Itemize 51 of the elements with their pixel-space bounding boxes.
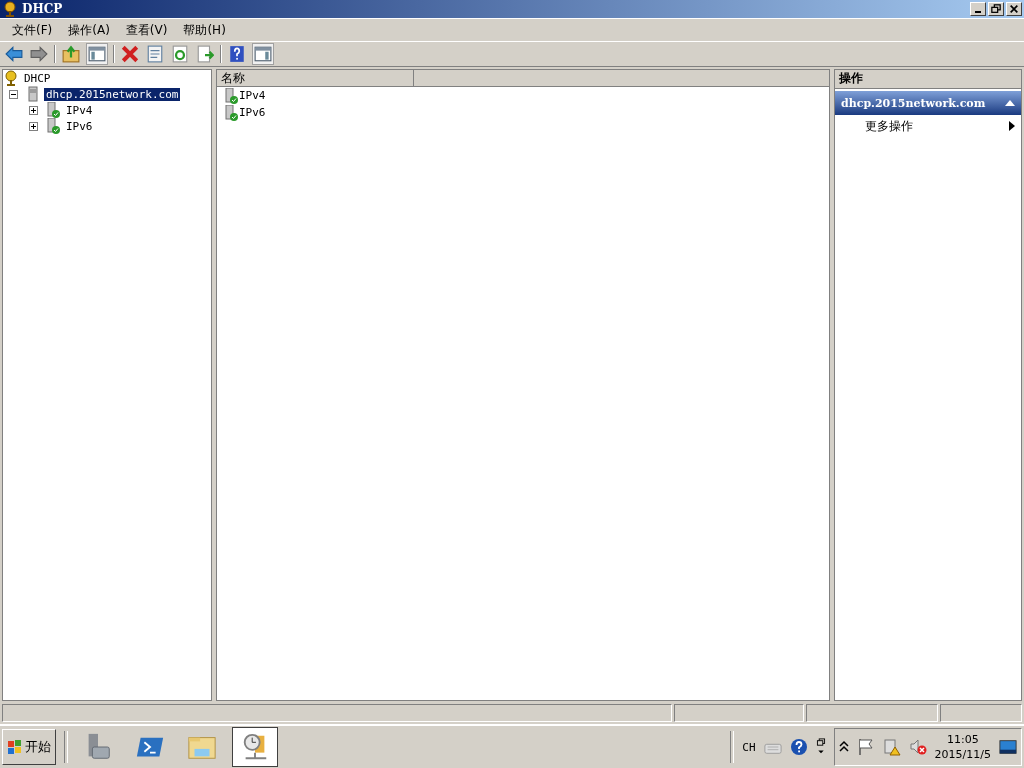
tree-item[interactable]: IPv6 (64, 119, 95, 133)
expand-toggle[interactable] (29, 121, 38, 131)
list-item[interactable]: IPv6 (239, 106, 266, 119)
menu-item[interactable]: 查看(V) (117, 21, 176, 39)
network-warning-icon[interactable] (882, 738, 901, 756)
restore-button[interactable] (988, 2, 1004, 16)
speaker-error-icon[interactable] (908, 738, 927, 756)
collapse-arrow-icon[interactable] (1005, 99, 1015, 107)
flag-icon[interactable] (856, 738, 875, 756)
section-title: dhcp.2015network.com (841, 96, 986, 110)
properties-icon[interactable] (145, 44, 165, 64)
restore-icon (991, 4, 1001, 14)
minimize-icon (975, 11, 981, 13)
taskbar-app[interactable] (232, 727, 278, 767)
server-check-icon (223, 104, 239, 121)
expand-toggle[interactable] (29, 105, 38, 115)
tree-item[interactable]: dhcp.2015network.com (44, 87, 181, 101)
back-arrow-icon[interactable] (4, 44, 24, 64)
show-desktop-icon[interactable] (999, 738, 1017, 756)
forward-arrow-icon[interactable] (29, 44, 49, 64)
help-icon[interactable] (789, 738, 808, 756)
clock-time[interactable]: 11:05 (946, 732, 979, 747)
tree-item[interactable]: IPv4 (64, 103, 95, 117)
list-item[interactable]: IPv4 (239, 89, 266, 102)
window-title: DHCP (22, 2, 63, 16)
menu-item[interactable]: 操作(A) (60, 21, 118, 39)
console-tree-icon[interactable] (86, 43, 108, 65)
close-icon (1009, 4, 1019, 14)
help-icon[interactable] (227, 44, 247, 64)
actions-header: 操作 (835, 70, 1021, 89)
collapse-toggle[interactable] (9, 89, 18, 99)
server-icon (25, 86, 41, 102)
clock-date[interactable]: 2015/11/5 (934, 747, 991, 762)
minimize-button[interactable] (970, 2, 986, 16)
close-button[interactable] (1006, 2, 1022, 16)
server-check-icon (45, 118, 61, 134)
server-check-icon (45, 102, 61, 118)
submenu-arrow-icon (1009, 121, 1015, 131)
action-link[interactable]: 更多操作 (865, 117, 913, 135)
restore-bar-icon[interactable] (815, 738, 826, 756)
tree-item[interactable]: DHCP (22, 71, 53, 85)
menu-item[interactable]: 帮助(H) (175, 21, 234, 39)
windows-logo-icon (7, 739, 23, 755)
action-section-header[interactable]: dhcp.2015network.com (835, 91, 1021, 115)
folder-up-icon[interactable] (61, 44, 81, 64)
export-list-icon[interactable] (195, 44, 215, 64)
delete-icon[interactable] (120, 44, 140, 64)
start-button[interactable]: 开始 (2, 729, 56, 765)
action-pane-icon[interactable] (252, 43, 274, 65)
menu-item[interactable]: 文件(F) (4, 21, 61, 39)
language-indicator[interactable]: CH (742, 740, 756, 754)
